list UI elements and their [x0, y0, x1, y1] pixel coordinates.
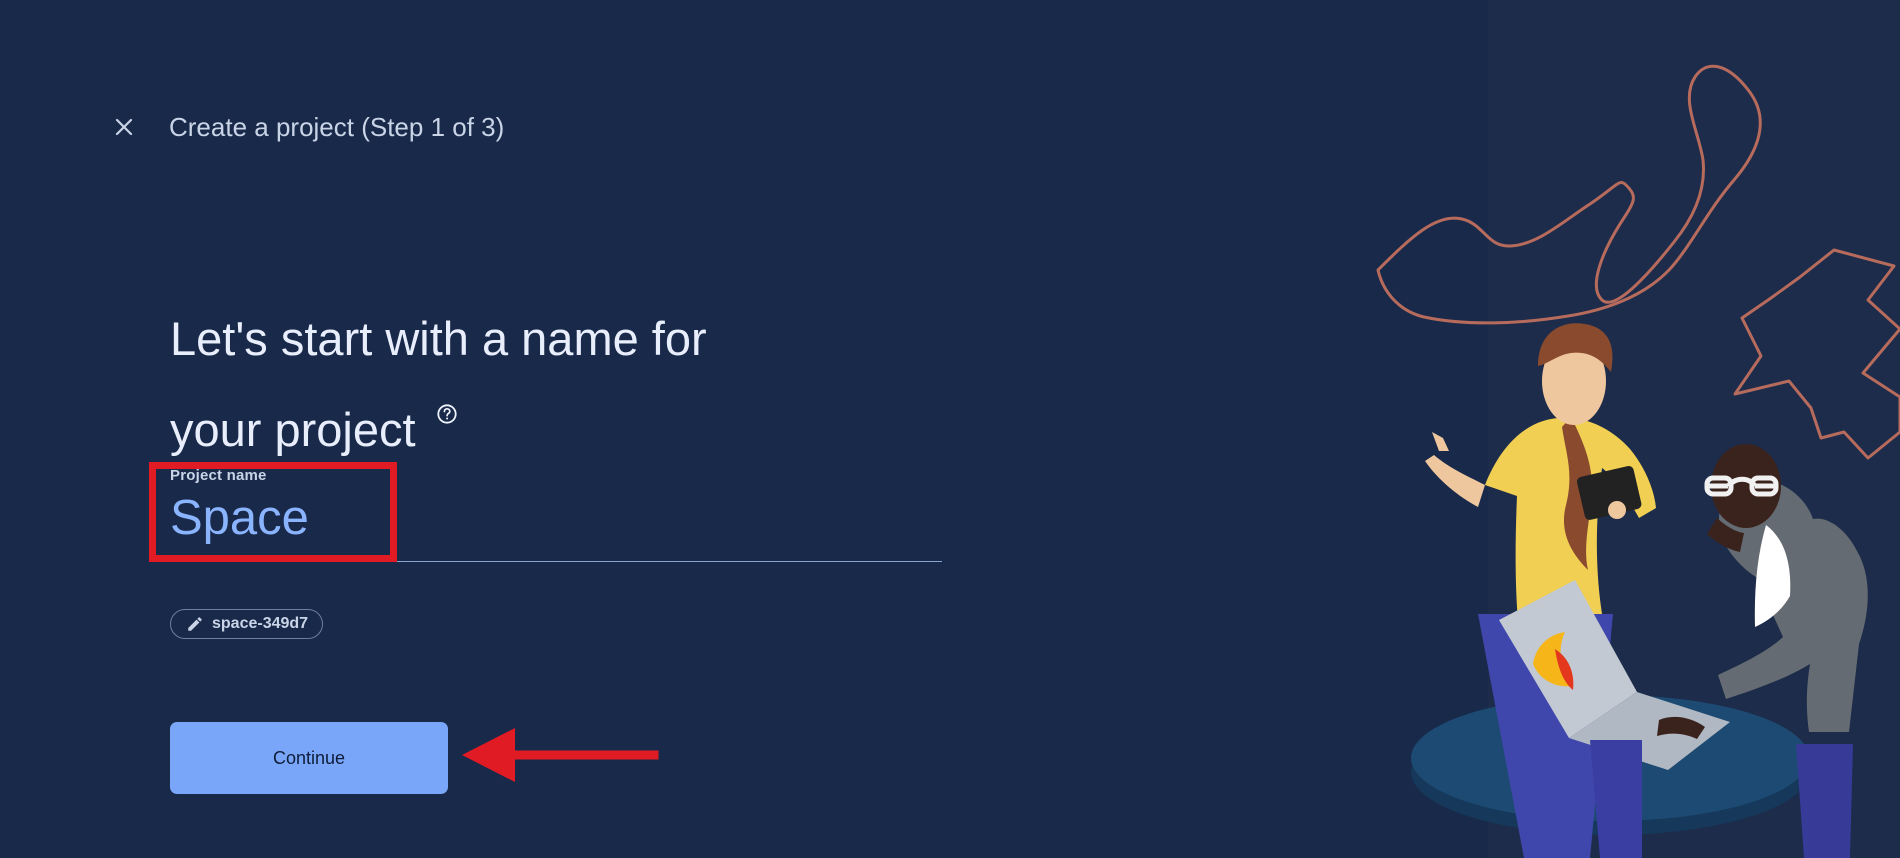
- project-name-label: Project name: [170, 467, 267, 484]
- project-creation-screen: Create a project (Step 1 of 3) Let's sta…: [0, 0, 1900, 858]
- page-title: Create a project (Step 1 of 3): [169, 112, 505, 142]
- project-id-label: space-349d7: [212, 615, 309, 632]
- pencil-icon: [188, 617, 202, 631]
- project-id-chip[interactable]: space-349d7: [170, 609, 324, 639]
- close-button[interactable]: [110, 113, 138, 141]
- right-side-panel: [1488, 0, 1900, 858]
- top-bar: Create a project (Step 1 of 3): [110, 113, 504, 141]
- headline-line-2: your project: [170, 373, 770, 464]
- project-name-underline: [170, 561, 942, 562]
- headline: Let's start with a name for your project: [170, 304, 770, 464]
- headline-line-1: Let's start with a name for: [170, 312, 707, 365]
- help-circle-icon[interactable]: [437, 373, 457, 424]
- red-arrow-annotation: [462, 728, 659, 782]
- close-icon: [115, 118, 133, 136]
- continue-button[interactable]: Continue: [170, 722, 448, 794]
- project-name-input[interactable]: [170, 492, 942, 546]
- project-name-field: Project name: [170, 467, 942, 562]
- headline-line-2-text: your project: [170, 403, 416, 456]
